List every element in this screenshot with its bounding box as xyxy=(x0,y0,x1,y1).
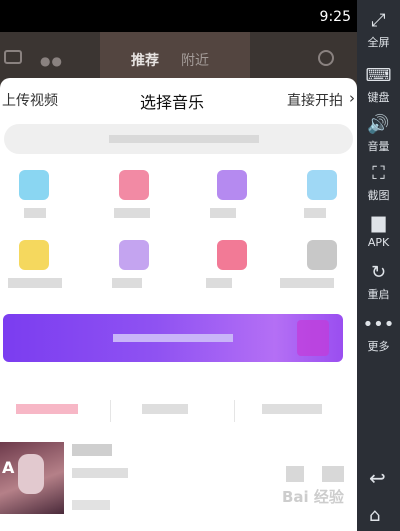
baidu-watermark: Bai 经验 xyxy=(282,488,344,506)
category-item[interactable] xyxy=(198,170,268,230)
music-search-input[interactable] xyxy=(4,124,353,154)
category-label-blurred xyxy=(210,208,236,218)
song-duration-blurred xyxy=(72,500,110,510)
restart-label: 重启 xyxy=(367,288,390,301)
sheet-title: 选择音乐 xyxy=(140,93,205,112)
emulator-toolbar: ⤢ 全屏 ⌨ 键盘 🔊 音量 ⛶ 截图 ▆ APK ↻ 重启 ••• 更多 xyxy=(357,0,400,531)
tab-recommend[interactable]: 推荐 xyxy=(131,50,159,70)
restart-button[interactable]: ↻ 重启 xyxy=(357,262,400,308)
search-placeholder-blurred xyxy=(109,135,259,143)
keyboard-label: 键盘 xyxy=(367,91,390,104)
crop-icon: ⛶ xyxy=(372,163,385,184)
category-label-blurred xyxy=(8,278,62,288)
keyboard-button[interactable]: ⌨ 键盘 xyxy=(357,65,400,111)
category-label-blurred xyxy=(112,278,142,288)
more-label: 更多 xyxy=(367,340,390,353)
subtab-active-blurred[interactable] xyxy=(16,404,78,414)
song-title-blurred xyxy=(72,444,112,456)
home-icon[interactable]: ⌂ xyxy=(369,505,380,526)
cover-figure xyxy=(18,454,44,494)
category-icon xyxy=(217,240,247,270)
choose-music-sheet: 上传视频 选择音乐 直接开拍 › A xyxy=(0,78,357,531)
banner-text-blurred xyxy=(113,334,233,342)
category-item[interactable] xyxy=(0,170,70,230)
fullscreen-button[interactable]: ⤢ 全屏 xyxy=(357,10,400,56)
category-item[interactable] xyxy=(0,240,70,300)
category-label-blurred xyxy=(206,278,232,288)
category-icon xyxy=(19,240,49,270)
category-label-blurred xyxy=(114,208,150,218)
more-dots-icon: ••• xyxy=(362,314,395,335)
category-label-blurred xyxy=(24,208,46,218)
subtab-divider xyxy=(110,400,111,422)
category-icon xyxy=(217,170,247,200)
category-item[interactable] xyxy=(100,170,170,230)
screenshot-label: 截图 xyxy=(367,189,390,202)
more-button[interactable]: ••• 更多 xyxy=(357,314,400,360)
keyboard-icon: ⌨ xyxy=(365,65,392,86)
category-icon xyxy=(119,170,149,200)
category-label-blurred xyxy=(280,278,334,288)
back-icon[interactable]: ↩ xyxy=(369,466,386,490)
subtab-blurred[interactable] xyxy=(262,404,322,414)
fullscreen-icon: ⤢ xyxy=(371,10,386,31)
category-item[interactable] xyxy=(198,240,268,300)
music-subtabs xyxy=(0,400,357,422)
fullscreen-label: 全屏 xyxy=(367,36,390,49)
song-cover-image: A xyxy=(0,442,64,514)
volume-label: 音量 xyxy=(367,140,390,153)
apk-button[interactable]: ▆ APK xyxy=(357,212,400,258)
chevron-right-icon: › xyxy=(349,89,355,107)
shoot-directly-button[interactable]: 直接开拍 xyxy=(287,90,343,110)
volume-button[interactable]: 🔊 音量 xyxy=(357,114,400,160)
search-icon[interactable] xyxy=(318,50,334,66)
cover-letter: A xyxy=(2,458,15,477)
subtab-divider xyxy=(234,400,235,422)
volume-icon: 🔊 xyxy=(367,114,390,135)
category-icon xyxy=(307,240,337,270)
category-icon xyxy=(19,170,49,200)
restart-icon: ↻ xyxy=(370,262,387,283)
category-label-blurred xyxy=(304,208,326,218)
upload-video-button[interactable]: 上传视频 xyxy=(2,90,58,110)
sheet-header: 上传视频 选择音乐 直接开拍 › xyxy=(0,78,357,122)
folder-icon: ▆ xyxy=(371,212,386,233)
song-favorite-button[interactable] xyxy=(322,466,344,482)
subtab-blurred[interactable] xyxy=(142,404,188,414)
camera-icon[interactable] xyxy=(4,50,22,64)
status-time: 9:25 xyxy=(319,9,351,25)
category-icon xyxy=(307,170,337,200)
category-item[interactable] xyxy=(288,170,357,230)
apk-label: APK xyxy=(367,236,390,249)
live-dots-icon[interactable]: ●● xyxy=(40,54,63,68)
status-bar: 9:25 xyxy=(0,0,357,32)
promo-banner[interactable] xyxy=(3,314,343,362)
category-icon xyxy=(119,240,149,270)
song-artist-blurred xyxy=(72,468,128,478)
category-item[interactable] xyxy=(100,240,170,300)
screenshot-button[interactable]: ⛶ 截图 xyxy=(357,163,400,209)
tab-nearby[interactable]: 附近 xyxy=(181,50,209,70)
banner-decoration xyxy=(297,320,329,356)
category-item[interactable] xyxy=(280,240,357,300)
song-action-button[interactable] xyxy=(286,466,304,482)
